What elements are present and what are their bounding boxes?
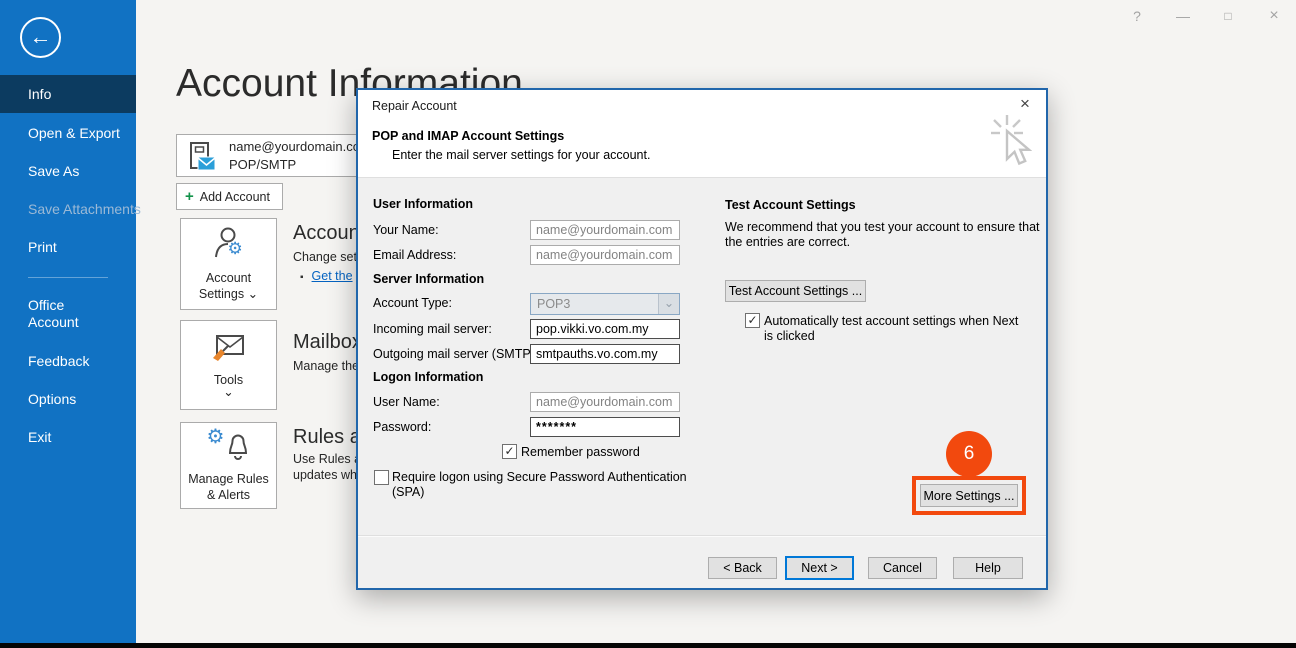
sidebar-item-office-account[interactable]: Office Account [0, 293, 108, 341]
auto-test-label-1: Automatically test account settings when… [764, 314, 1018, 328]
section-text-rules-1: Use Rules ar [293, 452, 365, 466]
sidebar-item-info[interactable]: Info [0, 75, 136, 113]
tile-label: Manage Rules & Alerts [185, 471, 273, 503]
more-settings-button[interactable]: More Settings ... [920, 484, 1018, 507]
remember-password-label: Remember password [521, 445, 640, 459]
outgoing-server-label: Outgoing mail server (SMTP): [373, 347, 538, 361]
sidebar-item-save-attachments: Save Attachments [0, 190, 136, 228]
mailbox-cleanup-icon [211, 334, 247, 366]
section-test-account-settings: Test Account Settings [725, 198, 856, 212]
user-name-input[interactable] [530, 392, 680, 412]
section-heading-account: Accoun [293, 222, 360, 245]
sidebar-item-exit[interactable]: Exit [0, 418, 136, 456]
section-user-information: User Information [373, 197, 473, 211]
step-badge: 6 [946, 431, 992, 477]
incoming-server-label: Incoming mail server: [373, 322, 492, 336]
email-address-label: Email Address: [373, 248, 456, 262]
sidebar-item-print[interactable]: Print [0, 228, 136, 266]
sidebar-item-save-as[interactable]: Save As [0, 152, 136, 190]
account-protocol: POP/SMTP [229, 156, 371, 174]
password-input[interactable] [530, 417, 680, 437]
dialog-close-icon[interactable]: × [1014, 93, 1036, 115]
remember-password-checkbox[interactable]: ✓ [502, 444, 517, 459]
tools-button[interactable]: Tools ⌄ [180, 320, 277, 410]
close-window-icon[interactable]: × [1263, 5, 1285, 27]
test-text-1: We recommend that you test your account … [725, 220, 1040, 234]
your-name-input[interactable] [530, 220, 680, 240]
repair-account-dialog: Repair Account × POP and IMAP Account Se… [356, 88, 1048, 590]
back-arrow-icon[interactable]: ← [20, 17, 61, 58]
account-email: name@yourdomain.com [229, 138, 371, 156]
sidebar-item-options[interactable]: Options [0, 380, 136, 418]
section-text-rules-2: updates wh [293, 468, 357, 482]
section-text-account: Change sett [293, 250, 360, 264]
incoming-server-input[interactable] [530, 319, 680, 339]
dialog-heading: POP and IMAP Account Settings [372, 129, 564, 143]
help-icon[interactable]: ? [1126, 5, 1148, 27]
click-cursor-icon [990, 114, 1032, 172]
mail-account-icon [189, 141, 219, 173]
footer-separator [358, 535, 1046, 537]
tile-label: Account Settings [199, 271, 251, 301]
rules-gear-bell-icon: ⚙ [209, 429, 249, 465]
user-name-label: User Name: [373, 395, 440, 409]
help-button[interactable]: Help [953, 557, 1023, 579]
your-name-label: Your Name: [373, 223, 439, 237]
dialog-title: Repair Account [372, 99, 457, 113]
dialog-header: Repair Account × POP and IMAP Account Se… [358, 90, 1046, 178]
sidebar-divider [28, 277, 108, 278]
chevron-down-icon: ⌄ [248, 287, 258, 301]
maximize-icon[interactable]: □ [1217, 5, 1239, 27]
add-account-label: Add Account [200, 190, 270, 204]
account-type-label: Account Type: [373, 296, 452, 310]
outgoing-server-input[interactable] [530, 344, 680, 364]
spa-label-2: (SPA) [392, 485, 424, 499]
get-the-link[interactable]: Get the [312, 269, 353, 283]
bottom-bar [0, 643, 1296, 648]
chevron-down-icon: ⌄ [223, 388, 233, 396]
outlook-backstage-window: ? — □ × ← Info Open & Export Save As Sav… [0, 0, 1296, 648]
dropdown-arrow-icon: ⌄ [658, 294, 679, 314]
test-text-2: the entries are correct. [725, 235, 850, 249]
auto-test-label-2: is clicked [764, 329, 815, 343]
spa-checkbox[interactable] [374, 470, 389, 485]
section-server-information: Server Information [373, 272, 484, 286]
password-label: Password: [373, 420, 431, 434]
account-type-select[interactable]: POP3 ⌄ [530, 293, 680, 315]
dialog-subheading: Enter the mail server settings for your … [392, 148, 650, 162]
backstage-sidebar: ← Info Open & Export Save As Save Attach… [0, 0, 136, 643]
back-button[interactable]: < Back [708, 557, 777, 579]
next-button[interactable]: Next > [785, 556, 854, 580]
section-heading-mailbox: Mailbox [293, 331, 362, 354]
plus-icon: + [185, 188, 194, 205]
sidebar-item-feedback[interactable]: Feedback [0, 342, 136, 380]
spa-label-1: Require logon using Secure Password Auth… [392, 470, 687, 484]
account-settings-button[interactable]: ⚙ Account Settings ⌄ [180, 218, 277, 310]
more-settings-highlight: More Settings ... [912, 476, 1026, 515]
bullet-icon: ▪ [300, 272, 304, 283]
cancel-button[interactable]: Cancel [868, 557, 937, 579]
section-logon-information: Logon Information [373, 370, 483, 384]
email-address-input[interactable] [530, 245, 680, 265]
section-text-mailbox: Manage the [293, 359, 359, 373]
account-type-value: POP3 [537, 297, 570, 311]
minimize-icon[interactable]: — [1172, 5, 1194, 27]
auto-test-checkbox[interactable]: ✓ [745, 313, 760, 328]
test-account-settings-button[interactable]: Test Account Settings ... [725, 280, 866, 302]
person-gear-icon: ⚙ [212, 226, 246, 264]
sidebar-item-open-export[interactable]: Open & Export [0, 114, 136, 152]
add-account-button[interactable]: + Add Account [176, 183, 283, 210]
manage-rules-alerts-button[interactable]: ⚙ Manage Rules & Alerts [180, 422, 277, 509]
